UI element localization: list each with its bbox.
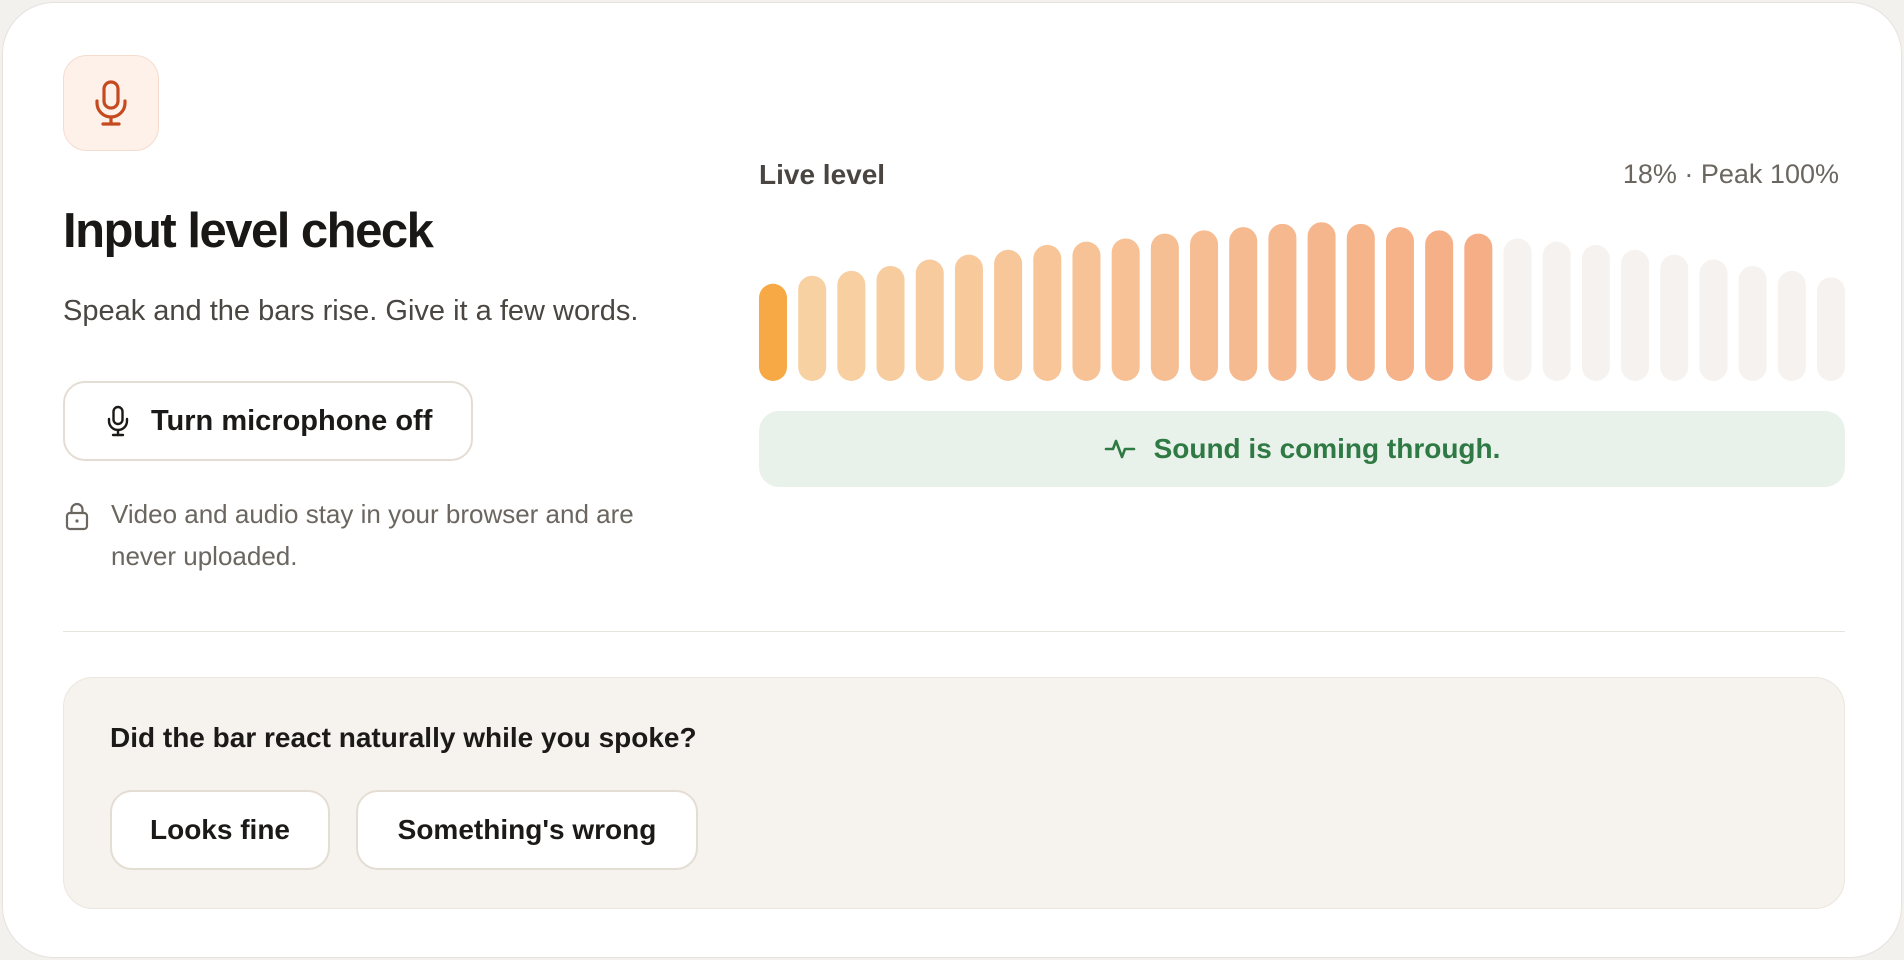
level-bar [1190,230,1219,381]
level-meter [759,219,1845,381]
level-bar [1346,223,1375,381]
feedback-panel: Did the bar react naturally while you sp… [63,677,1845,909]
level-bar [1503,238,1532,381]
level-bar [1777,270,1806,381]
level-bar [837,270,866,381]
level-bar [994,249,1023,381]
level-bar [1111,238,1140,381]
level-meter-bars [759,222,1845,381]
lock-icon [65,502,89,531]
section-divider [63,631,1845,632]
level-bar [1542,241,1571,381]
live-level-label: Live level [759,159,886,190]
status-banner: Sound is coming through. [759,411,1845,487]
level-bar [1307,222,1336,381]
activity-pulse-icon [1104,439,1135,459]
level-bar [1072,241,1101,381]
level-bar [798,275,827,381]
level-bar [759,283,787,381]
looks-fine-button[interactable]: Looks fine [110,790,330,870]
level-bar [1268,223,1297,381]
level-bar [1817,277,1845,381]
privacy-note: Video and audio stay in your browser and… [63,499,663,577]
level-bar [1033,244,1062,381]
level-bar [1699,259,1728,381]
privacy-text: Video and audio stay in your browser and… [111,499,634,571]
level-bar [1738,265,1767,381]
level-bar [1229,227,1258,381]
page-subtitle: Speak and the bars rise. Give it a few w… [63,295,639,327]
turn-microphone-off-button[interactable]: Turn microphone off [63,381,473,461]
level-bar [915,259,944,381]
level-bar [1660,254,1689,381]
level-bar [1621,249,1650,381]
feedback-question: Did the bar react naturally while you sp… [110,722,697,753]
level-bar [876,265,905,381]
level-bar [954,254,983,381]
status-text: Sound is coming through. [1153,433,1501,464]
level-bar [1581,244,1610,381]
page-title: Input level check [63,204,434,258]
level-bar [1464,233,1493,381]
live-level-readout: 18% · Peak 100% [1622,159,1839,189]
microphone-icon [95,80,127,126]
level-bar [1385,227,1414,381]
level-bar [1425,230,1454,381]
level-bar [1150,233,1179,381]
turn-microphone-off-label: Turn microphone off [151,404,433,437]
something-wrong-button[interactable]: Something's wrong [356,790,698,870]
input-level-card: Input level check Speak and the bars ris… [2,2,1902,958]
microphone-badge [63,55,159,151]
microphone-icon [107,405,129,437]
